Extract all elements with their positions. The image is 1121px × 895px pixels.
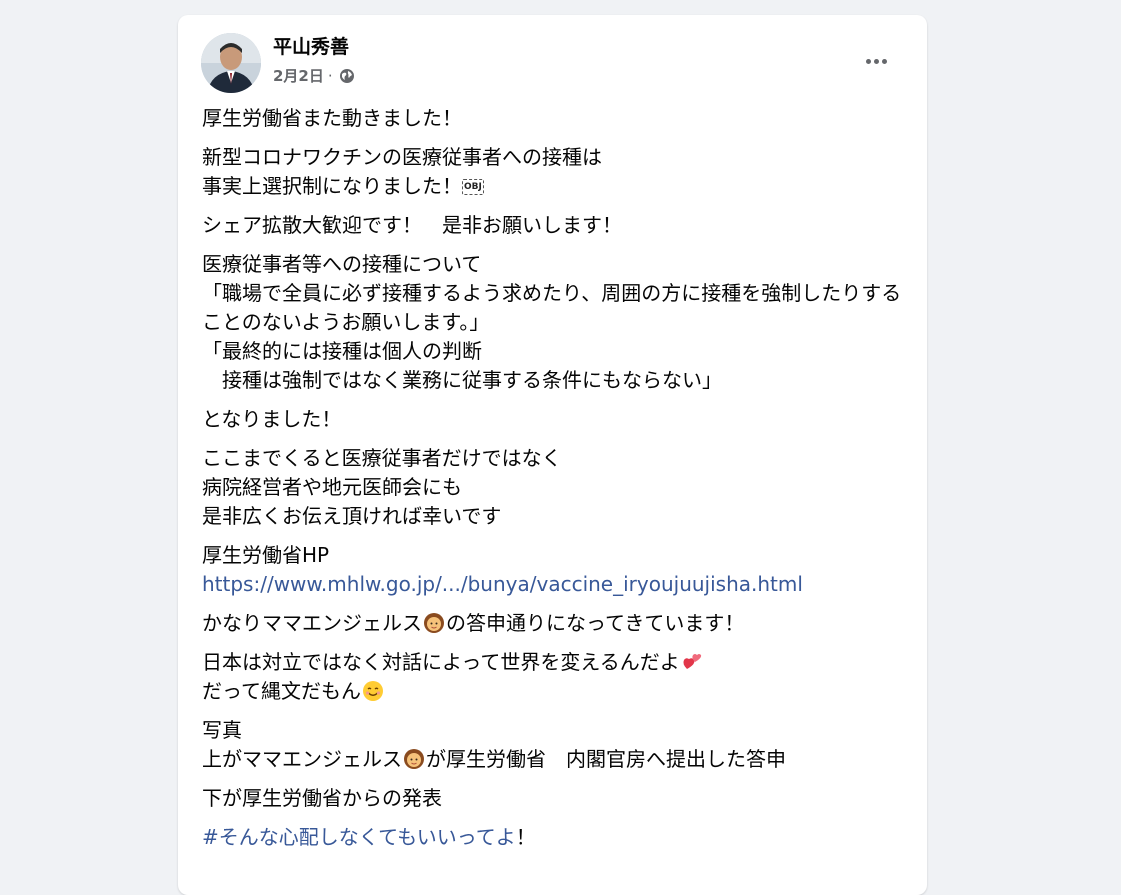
more-options-dot [873,58,879,64]
text-line: #そんな心配しなくてもいいってよ！ [202,823,912,852]
more-options-dot [881,58,887,64]
post-text: 厚生労働省また動きました！ 新型コロナワクチンの医療従事者への接種は 事実上選択… [202,104,912,862]
object-placeholder: OBJ [462,179,484,195]
author-avatar[interactable] [201,33,261,93]
two-hearts-emoji-icon [683,654,701,669]
paragraph: ここまでくると医療従事者だけではなく 病院経営者や地元医師会にも 是非広くお伝え… [202,444,912,531]
text-line: 日本は対立ではなく対話によって世界を変えるんだよ [202,648,912,677]
text-span: だって縄文だもん [202,679,361,703]
woman-emoji-icon [424,613,444,633]
text-line: だって縄文だもん [202,677,912,706]
paragraph: 厚生労働省また動きました！ [202,104,912,133]
more-options-icon [865,58,871,64]
woman-emoji-icon [404,749,424,769]
paragraph: 厚生労働省HP https://www.mhlw.go.jp/.../bunya… [202,541,912,599]
text-span: 日本は対立ではなく対話によって世界を変えるんだよ [202,650,680,674]
post-date[interactable]: 2月2日 [273,66,324,86]
paragraph: 下が厚生労働省からの発表 [202,784,912,813]
text-line: 医療従事者等への接種について [202,252,482,276]
text-span: 事実上選択制になりました！ [202,174,462,198]
text-line: 是非広くお伝え頂ければ幸いです [202,504,502,528]
text-line: 厚生労働省HP [202,543,330,567]
paragraph: 新型コロナワクチンの医療従事者への接種は 事実上選択制になりました！ OBJ [202,143,912,201]
avatar-photo [201,33,261,93]
paragraph: となりました！ [202,405,912,434]
hashtag-link[interactable]: #そんな心配しなくてもいいってよ [202,825,516,849]
post-meta: 2月2日 · [273,66,355,86]
paragraph: 日本は対立ではなく対話によって世界を変えるんだよ だって縄文だもん [202,648,912,706]
text-span: ！ [515,825,536,849]
text-line: 「職場で全員に必ず接種するよう求めたり、周囲の方に接種を強制したりすることのない… [202,281,902,334]
smiling-face-emoji-icon [363,681,383,701]
globe-icon[interactable] [339,68,355,84]
text-span: かなりママエンジェルス [202,611,422,635]
paragraph: シェア拡散大歓迎です！ 是非お願いします！ [202,211,912,240]
text-line: ここまでくると医療従事者だけではなく [202,446,562,470]
text-line: 写真 [202,718,242,742]
text-line: 新型コロナワクチンの医療従事者への接種は [202,145,602,169]
text-line: 病院経営者や地元医師会にも [202,475,462,499]
paragraph: かなりママエンジェルス の答申通りになってきています！ [202,609,912,638]
text-line: 事実上選択制になりました！ OBJ [202,172,912,201]
text-line: 下が厚生労働省からの発表 [202,786,442,810]
text-line: かなりママエンジェルス の答申通りになってきています！ [202,609,912,638]
author-name[interactable]: 平山秀善 [273,35,349,59]
text-span: が厚生労働省 内閣官房へ提出した答申 [426,747,786,771]
paragraph: #そんな心配しなくてもいいってよ！ [202,823,912,852]
text-span: の答申通りになってきています！ [446,611,745,635]
text-span: 上がママエンジェルス [202,747,402,771]
text-line: シェア拡散大歓迎です！ 是非お願いします！ [202,213,622,237]
meta-separator: · [327,67,333,85]
paragraph: 医療従事者等への接種について 「職場で全員に必ず接種するよう求めたり、周囲の方に… [202,250,912,395]
external-link[interactable]: https://www.mhlw.go.jp/.../bunya/vaccine… [202,570,912,599]
text-line: 「最終的には接種は個人の判断 [202,339,482,363]
more-options-button[interactable] [852,45,900,77]
post-card: 平山秀善 2月2日 · 厚生労働省また動きました！ 新型コロナワクチンの医療従事… [178,15,927,895]
text-line: 接種は強制ではなく業務に従事する条件にもならない」 [202,368,722,392]
text-line: 上がママエンジェルス が厚生労働省 内閣官房へ提出した答申 [202,745,912,774]
text-line: 厚生労働省また動きました！ [202,106,462,130]
paragraph: 写真 上がママエンジェルス が厚生労働省 内閣官房へ提出した答申 [202,716,912,774]
text-line: となりました！ [202,407,342,431]
